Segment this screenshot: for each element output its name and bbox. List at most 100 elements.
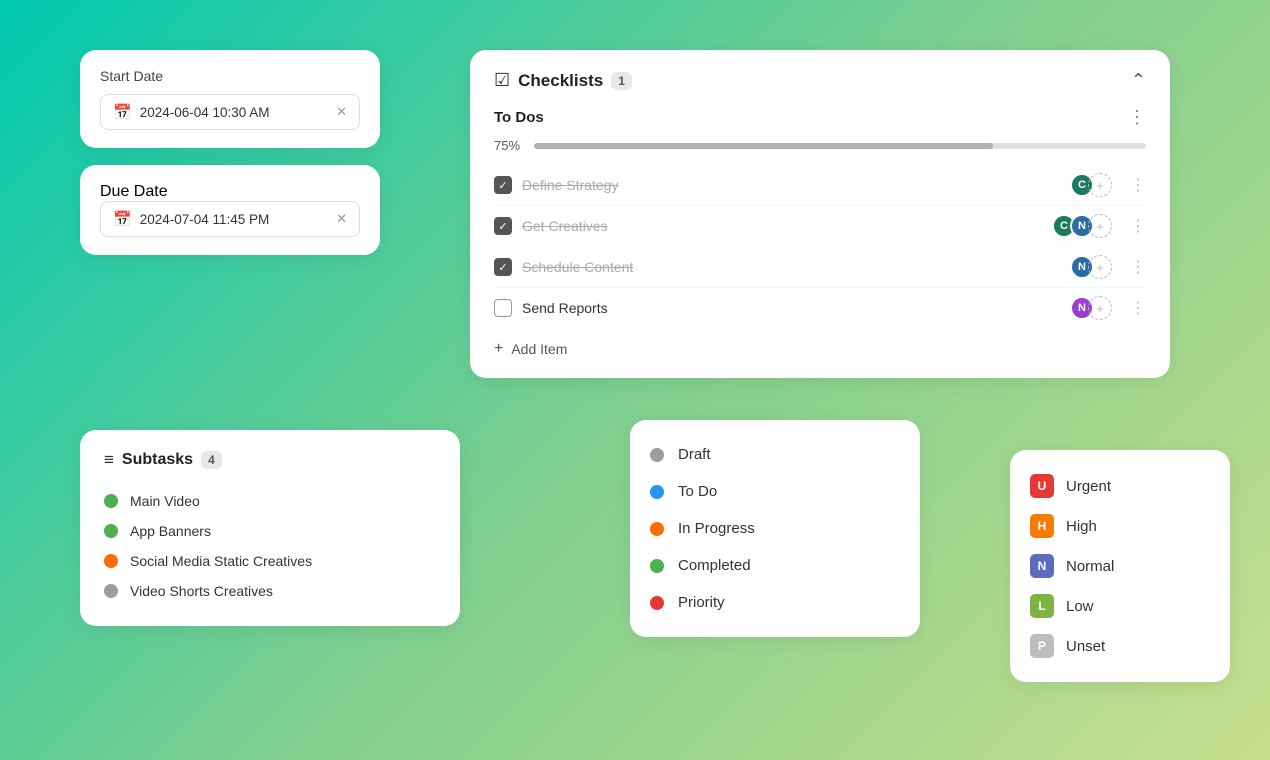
avatar-add-button[interactable]: + [1088, 255, 1112, 279]
item-avatars: C+ [1070, 173, 1112, 197]
item-avatars: N+ [1070, 296, 1112, 320]
status-dot [104, 494, 118, 508]
priority-items: U Urgent H High N Normal L Low P Unset [1030, 466, 1210, 666]
progress-percent: 75% [494, 138, 524, 153]
item-menu[interactable]: ⋮ [1130, 175, 1146, 195]
checklist-item: Get Creatives CN+ ⋮ [494, 206, 1146, 247]
checklists-title: Checklists [518, 71, 603, 91]
subtask-label: Video Shorts Creatives [130, 583, 273, 599]
status-label: Draft [678, 446, 711, 463]
status-label: In Progress [678, 520, 755, 537]
priority-label: High [1066, 518, 1097, 535]
status-label: Completed [678, 557, 751, 574]
progress-bar-fill [534, 143, 993, 149]
priority-label: Low [1066, 598, 1094, 615]
priority-item[interactable]: P Unset [1030, 626, 1210, 666]
avatar-add-button[interactable]: + [1088, 214, 1112, 238]
item-avatars: CN+ [1052, 214, 1112, 238]
status-label: Priority [678, 594, 725, 611]
todos-title: To Dos [494, 109, 544, 126]
status-dropdown-card: Draft To Do In Progress Completed Priority [630, 420, 920, 637]
checklists-collapse[interactable]: ⌃ [1131, 70, 1146, 91]
progress-row: 75% [494, 138, 1146, 153]
status-item[interactable]: In Progress [650, 510, 900, 547]
start-date-clear[interactable]: ✕ [336, 104, 347, 120]
priority-item[interactable]: N Normal [1030, 546, 1210, 586]
checklist-icon: ☑ [494, 70, 510, 91]
subtasks-title: Subtasks [122, 451, 193, 469]
priority-badge: N [1030, 554, 1054, 578]
item-text: Define Strategy [522, 177, 1060, 193]
priority-label: Unset [1066, 638, 1105, 655]
status-item[interactable]: Completed [650, 547, 900, 584]
status-dot [104, 524, 118, 538]
priority-badge: P [1030, 634, 1054, 658]
subtask-item: Social Media Static Creatives [104, 546, 436, 576]
priority-badge: U [1030, 474, 1054, 498]
avatar-add-button[interactable]: + [1088, 296, 1112, 320]
status-item[interactable]: Priority [650, 584, 900, 621]
add-item-row[interactable]: + Add Item [494, 340, 1146, 358]
start-date-label: Start Date [100, 68, 360, 84]
priority-label: Normal [1066, 558, 1114, 575]
calendar-icon: 📅 [113, 103, 132, 121]
item-text: Get Creatives [522, 218, 1042, 234]
checklist-item: Define Strategy C+ ⋮ [494, 165, 1146, 206]
todos-menu[interactable]: ⋮ [1128, 107, 1146, 128]
item-text: Schedule Content [522, 259, 1060, 275]
priority-badge: L [1030, 594, 1054, 618]
status-dot [104, 584, 118, 598]
start-date-card: Start Date 📅 2024-06-04 10:30 AM ✕ [80, 50, 380, 148]
item-menu[interactable]: ⋮ [1130, 216, 1146, 236]
subtasks-icon: ≡ [104, 450, 114, 470]
calendar-icon: 📅 [113, 210, 132, 228]
subtask-label: Social Media Static Creatives [130, 553, 312, 569]
subtask-label: App Banners [130, 523, 211, 539]
subtask-item: App Banners [104, 516, 436, 546]
priority-label: Urgent [1066, 478, 1111, 495]
item-checkbox[interactable] [494, 217, 512, 235]
status-color-dot [650, 522, 664, 536]
priority-badge: H [1030, 514, 1054, 538]
status-color-dot [650, 485, 664, 499]
item-checkbox[interactable] [494, 176, 512, 194]
start-date-value: 2024-06-04 10:30 AM [140, 105, 328, 120]
avatar-add-button[interactable]: + [1088, 173, 1112, 197]
item-menu[interactable]: ⋮ [1130, 298, 1146, 318]
progress-bar-bg [534, 143, 1146, 149]
subtask-item: Main Video [104, 486, 436, 516]
item-checkbox[interactable] [494, 258, 512, 276]
checklist-item: Send ReportsN+⋮ [494, 288, 1146, 328]
status-color-dot [650, 559, 664, 573]
priority-card: U Urgent H High N Normal L Low P Unset [1010, 450, 1230, 682]
start-date-input[interactable]: 📅 2024-06-04 10:30 AM ✕ [100, 94, 360, 130]
status-items: Draft To Do In Progress Completed Priority [650, 436, 900, 621]
due-date-value: 2024-07-04 11:45 PM [140, 212, 328, 227]
todos-header: To Dos ⋮ [494, 107, 1146, 128]
priority-item[interactable]: U Urgent [1030, 466, 1210, 506]
due-date-card: Due Date 📅 2024-07-04 11:45 PM ✕ [80, 165, 380, 255]
add-item-label: Add Item [511, 341, 567, 357]
item-checkbox[interactable] [494, 299, 512, 317]
due-date-label: Due Date [100, 183, 360, 201]
checklists-title-row: ☑ Checklists 1 [494, 70, 632, 91]
subtasks-card: ≡ Subtasks 4 Main Video App Banners Social… [80, 430, 460, 626]
checklist-items: Define Strategy C+ ⋮ Get Creatives CN+ ⋮ Sched… [494, 165, 1146, 328]
checklists-card: ☑ Checklists 1 ⌃ To Dos ⋮ 75% Define Str… [470, 50, 1170, 378]
priority-item[interactable]: H High [1030, 506, 1210, 546]
subtask-items: Main Video App Banners Social Media Static… [104, 486, 436, 606]
status-label: To Do [678, 483, 717, 500]
item-menu[interactable]: ⋮ [1130, 257, 1146, 277]
priority-item[interactable]: L Low [1030, 586, 1210, 626]
due-date-input[interactable]: 📅 2024-07-04 11:45 PM ✕ [100, 201, 360, 237]
subtask-label: Main Video [130, 493, 200, 509]
status-color-dot [650, 596, 664, 610]
due-date-clear[interactable]: ✕ [336, 211, 347, 227]
checklist-item: Schedule ContentN+⋮ [494, 247, 1146, 288]
subtasks-header: ≡ Subtasks 4 [104, 450, 436, 470]
status-item[interactable]: Draft [650, 436, 900, 473]
add-item-icon: + [494, 340, 503, 358]
status-item[interactable]: To Do [650, 473, 900, 510]
status-color-dot [650, 448, 664, 462]
checklists-header: ☑ Checklists 1 ⌃ [494, 70, 1146, 91]
